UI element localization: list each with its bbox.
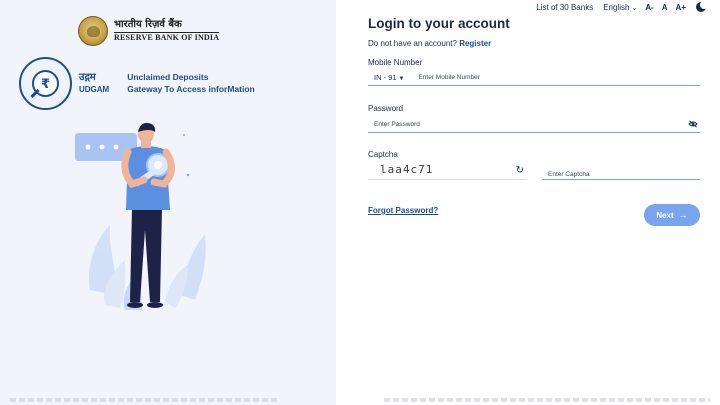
mobile-label: Mobile Number xyxy=(368,58,423,67)
login-illustration xyxy=(75,122,206,310)
captcha-image: laa4c71 ↻ xyxy=(368,162,527,180)
captcha-input[interactable] xyxy=(542,167,700,178)
font-normal-button[interactable]: A xyxy=(662,3,668,12)
password-field xyxy=(368,117,700,133)
chevron-down-icon: ⌄ xyxy=(631,4,638,12)
arrow-right-icon: → xyxy=(678,210,688,220)
moon-icon[interactable] xyxy=(696,1,708,12)
footer-faint-text xyxy=(10,398,280,402)
country-code-select[interactable]: IN - 91 ▼ xyxy=(368,73,404,82)
udgam-name-english: UDGAM xyxy=(79,84,110,94)
udgam-tagline: Unclaimed Deposits Gateway To Access inf… xyxy=(127,72,255,94)
mobile-field: IN - 91 ▼ xyxy=(368,70,700,86)
register-link[interactable]: Register xyxy=(459,39,491,48)
rbi-logo: भारतीय रिज़र्व बैंक RESERVE BANK OF INDI… xyxy=(78,16,220,46)
rbi-name-english: RESERVE BANK OF INDIA xyxy=(114,32,220,42)
forgot-password-link[interactable]: Forgot Password? xyxy=(368,206,438,215)
font-increase-button[interactable]: A+ xyxy=(676,3,686,12)
eye-off-icon[interactable] xyxy=(688,120,698,128)
udgam-seal-icon: ₹ xyxy=(19,57,72,110)
rbi-seal-icon xyxy=(78,16,108,46)
udgam-name-hindi: उद्गम xyxy=(79,72,96,84)
page-title: Login to your account xyxy=(368,16,510,31)
language-selector[interactable]: English ⌄ xyxy=(603,3,637,12)
password-label: Password xyxy=(368,104,404,113)
mobile-input[interactable] xyxy=(404,74,700,81)
footer-faint-text xyxy=(384,398,710,402)
register-prompt: Do not have an account? Register xyxy=(368,39,492,48)
captcha-label: Captcha xyxy=(368,150,398,159)
next-button[interactable]: Next → xyxy=(644,204,700,226)
rbi-name-hindi: भारतीय रिज़र्व बैंक xyxy=(114,19,182,30)
captcha-field xyxy=(542,163,700,180)
captcha-text: laa4c71 xyxy=(380,163,434,176)
font-decrease-button[interactable]: A- xyxy=(645,3,653,12)
top-utility-bar: List of 30 Banks English ⌄ A- A A+ xyxy=(526,0,708,14)
banks-list-link[interactable]: List of 30 Banks xyxy=(536,3,593,12)
refresh-icon[interactable]: ↻ xyxy=(516,165,524,176)
password-input[interactable] xyxy=(368,121,700,128)
udgam-logo: ₹ उद्गम UDGAM Unclaimed Deposits Gateway… xyxy=(19,57,255,110)
